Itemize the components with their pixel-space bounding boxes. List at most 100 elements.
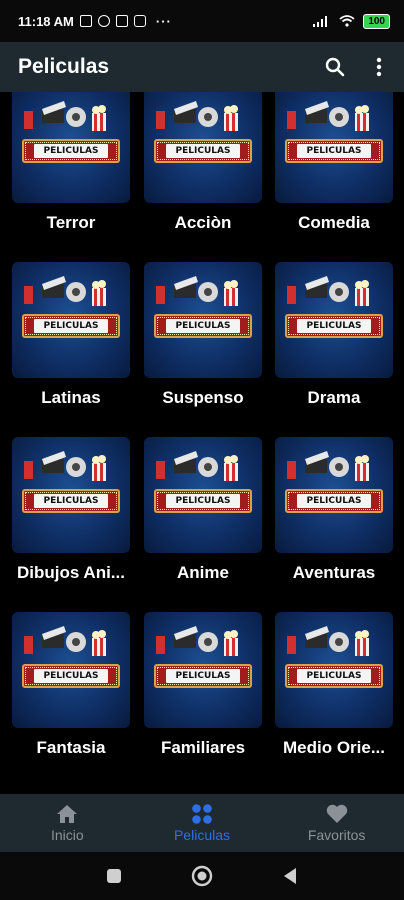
category-tile[interactable]: PELICULAS Anime [143, 437, 263, 583]
category-label: Comedia [298, 213, 370, 232]
marquee-sign: PELICULAS [154, 664, 252, 688]
cinema-props-icon [287, 626, 369, 656]
cinema-props-icon [287, 276, 369, 306]
category-grid: PELICULAS Terror PELICULAS Acciòn PELICULAS C… [0, 92, 404, 794]
category-tile[interactable]: PELICULAS Aventuras [274, 437, 394, 583]
category-tile[interactable]: PELICULAS Acciòn [143, 92, 263, 233]
marquee-label: PELICULAS [297, 319, 371, 333]
nav-favoritos[interactable]: Favoritos [277, 803, 397, 843]
notification-icon [79, 15, 92, 27]
category-tile[interactable]: PELICULAS Comedia [274, 92, 394, 233]
category-label: Acciòn [174, 213, 232, 232]
status-time: 11:18 AM [18, 13, 74, 29]
more-vert-icon [376, 57, 382, 77]
category-thumbnail: PELICULAS [275, 612, 393, 728]
cinema-props-icon [156, 276, 238, 306]
cinema-props-icon [24, 276, 106, 306]
cinema-props-icon [287, 451, 369, 481]
marquee-sign: PELICULAS [22, 489, 120, 513]
marquee-sign: PELICULAS [154, 489, 252, 513]
category-tile[interactable]: PELICULAS Familiares [143, 612, 263, 758]
category-thumbnail: PELICULAS [12, 437, 130, 553]
category-label: Suspenso [162, 388, 244, 407]
back-button[interactable] [276, 862, 304, 890]
category-label: Latinas [41, 388, 101, 407]
cinema-props-icon [24, 626, 106, 656]
nav-label: Peliculas [173, 827, 230, 843]
marquee-label: PELICULAS [166, 494, 240, 508]
notification-icon [115, 15, 128, 27]
search-icon [325, 57, 345, 77]
nav-inicio[interactable]: Inicio [7, 803, 127, 843]
marquee-sign: PELICULAS [22, 314, 120, 338]
category-label: Dibujos Ani... [17, 563, 125, 582]
marquee-sign: PELICULAS [154, 139, 252, 163]
back-icon [284, 868, 296, 884]
wifi-icon [339, 15, 355, 27]
category-thumbnail: PELICULAS [12, 92, 130, 203]
more-notifications-indicator: ··· [155, 13, 172, 29]
battery-indicator: 100 [363, 13, 390, 29]
cinema-props-icon [24, 451, 106, 481]
marquee-sign: PELICULAS [22, 139, 120, 163]
marquee-sign: PELICULAS [285, 489, 383, 513]
category-tile[interactable]: PELICULAS Terror [11, 92, 131, 233]
marquee-label: PELICULAS [34, 494, 108, 508]
category-thumbnail: PELICULAS [275, 92, 393, 203]
marquee-label: PELICULAS [166, 144, 240, 158]
category-thumbnail: PELICULAS [144, 612, 262, 728]
marquee-sign: PELICULAS [285, 664, 383, 688]
home-icon [57, 805, 78, 823]
category-thumbnail: PELICULAS [12, 612, 130, 728]
search-button[interactable] [322, 54, 348, 80]
nav-label: Inicio [50, 827, 84, 843]
cinema-props-icon [156, 451, 238, 481]
category-thumbnail: PELICULAS [275, 262, 393, 378]
cinema-props-icon [156, 626, 238, 656]
marquee-sign: PELICULAS [22, 664, 120, 688]
app-bar: Peliculas [0, 42, 404, 92]
signal-icon [313, 16, 328, 27]
category-thumbnail: PELICULAS [275, 437, 393, 553]
category-thumbnail: PELICULAS [144, 262, 262, 378]
recents-icon [107, 869, 121, 883]
marquee-label: PELICULAS [34, 319, 108, 333]
marquee-sign: PELICULAS [285, 314, 383, 338]
category-label: Terror [46, 213, 96, 232]
category-label: Aventuras [292, 563, 376, 582]
nav-peliculas[interactable]: Peliculas [142, 803, 262, 843]
marquee-sign: PELICULAS [285, 139, 383, 163]
category-label: Anime [177, 563, 229, 582]
page-title: Peliculas [18, 55, 110, 78]
category-tile[interactable]: PELICULAS Fantasia [11, 612, 131, 758]
recents-button[interactable] [100, 862, 128, 890]
marquee-label: PELICULAS [166, 669, 240, 683]
marquee-sign: PELICULAS [154, 314, 252, 338]
home-button[interactable] [188, 862, 216, 890]
category-tile[interactable]: PELICULAS Dibujos Ani... [11, 437, 131, 583]
overflow-menu-button[interactable] [366, 54, 392, 80]
category-thumbnail: PELICULAS [144, 437, 262, 553]
category-tile[interactable]: PELICULAS Suspenso [143, 262, 263, 408]
grid-icon [192, 804, 212, 824]
notification-icon [133, 15, 146, 27]
home-circle-icon [191, 865, 213, 887]
marquee-label: PELICULAS [34, 144, 108, 158]
nav-label: Favoritos [307, 827, 366, 843]
status-bar: 11:18 AM ··· 100 [0, 0, 404, 42]
category-label: Familiares [160, 738, 246, 757]
category-label: Medio Orie... [282, 738, 386, 757]
system-navigation [0, 852, 404, 900]
category-thumbnail: PELICULAS [12, 262, 130, 378]
category-tile[interactable]: PELICULAS Medio Orie... [274, 612, 394, 758]
marquee-label: PELICULAS [297, 494, 371, 508]
marquee-label: PELICULAS [297, 144, 371, 158]
category-tile[interactable]: PELICULAS Latinas [11, 262, 131, 408]
category-label: Fantasia [36, 738, 106, 757]
category-thumbnail: PELICULAS [144, 92, 262, 203]
marquee-label: PELICULAS [166, 319, 240, 333]
marquee-label: PELICULAS [297, 669, 371, 683]
marquee-label: PELICULAS [34, 669, 108, 683]
category-tile[interactable]: PELICULAS Drama [274, 262, 394, 408]
category-label: Drama [307, 388, 361, 407]
